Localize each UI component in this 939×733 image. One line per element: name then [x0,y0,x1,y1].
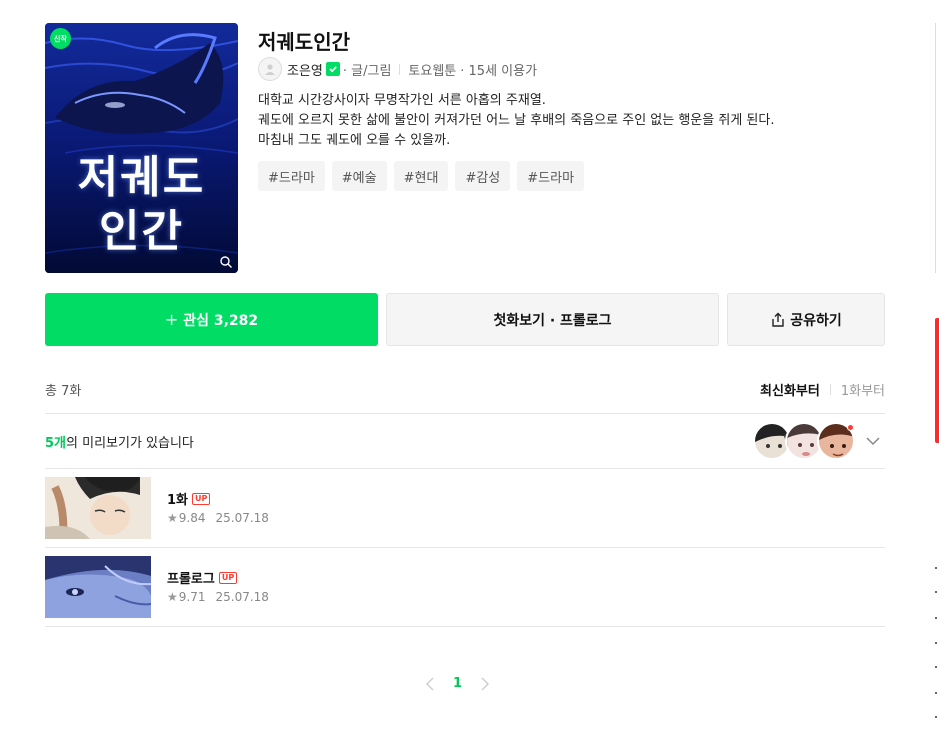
age-rating: · 15세 이용가 [460,63,538,79]
divider [45,626,885,627]
episode-rating: 9.84 [178,511,206,525]
side-panel-border [935,23,936,273]
star-icon: ★ [167,590,178,604]
new-dot-icon [847,424,854,431]
chevron-down-icon[interactable] [865,434,881,448]
episode-thumbnail [45,556,151,618]
episode-date: 25.07.18 [215,590,269,604]
episode-meta: ★ 9.71 25.07.18 [167,590,269,604]
episode-date: 25.07.18 [215,511,269,525]
episode-row[interactable]: 프롤로그 UP ★ 9.71 25.07.18 [45,548,885,626]
plus-icon: + [164,310,179,329]
episode-title: 1화 UP [167,489,211,508]
author-link[interactable]: 조은영 [287,60,323,79]
side-list-bullet [935,567,937,569]
page-number-current[interactable]: 1 [453,676,462,691]
next-page-icon[interactable] [480,677,490,691]
tag-chip[interactable]: #예술 [331,161,387,191]
publish-day: 토요웹툰 [408,63,457,79]
pagination: 1 [425,676,490,691]
episode-thumbnail [45,477,151,539]
author-role: · 글/그림 [342,63,392,79]
description-line: 궤도에 오르지 못한 삶에 불안이 커져가던 어느 날 후배의 죽음으로 주인 … [258,113,775,128]
side-list-bullet [935,716,937,718]
user-icon [265,64,275,75]
episode-row[interactable]: 1화 UP ★ 9.84 25.07.18 [45,469,885,547]
episode-rating: 9.71 [178,590,206,604]
series-meta: 조은영 · 글/그림 토요웹툰 · 15세 이용가 [258,57,537,81]
side-list-bullet [935,666,937,668]
episode-meta: ★ 9.84 25.07.18 [167,511,269,525]
sort-divider [829,384,831,395]
description-line: 마침내 그도 궤도에 오를 수 있을까. [258,133,451,148]
side-list-bullet [935,642,937,644]
sort-options: 최신화부터 1화부터 [760,380,885,399]
preview-row[interactable]: 5개 의 미리보기가 있습니다 [45,414,885,468]
side-list-bullet [935,591,937,593]
meta-divider [399,63,401,75]
favorite-button[interactable]: + 관심 3,282 [45,293,378,346]
zoom-icon[interactable] [219,255,233,269]
up-badge: UP [192,492,211,505]
episode-total: 총 7화 [45,384,82,399]
preview-thumbnails [753,422,855,460]
verified-icon [325,62,340,76]
tag-chip[interactable]: #감성 [455,161,511,191]
preview-count: 5개 [45,435,67,451]
tag-list: #드라마 #예술 #현대 #감성 #드라마 [258,161,585,191]
series-description: 대학교 시간강사이자 무명작가인 서른 아홉의 주재열. 궤도에 오르지 못한 … [258,91,774,151]
sort-latest-button[interactable]: 최신화부터 [760,380,820,399]
side-list-bullet [935,692,937,694]
episode-title-text: 프롤로그 [167,572,215,587]
preview-text: 의 미리보기가 있습니다 [66,435,194,451]
episode-title: 프롤로그 UP [167,568,238,587]
favorite-label: 관심 3,282 [183,312,259,329]
star-icon: ★ [167,511,178,525]
series-cover-image[interactable]: 신작 저궤도 인간 [45,23,238,273]
first-episode-label: 첫화보기 · 프롤로그 [493,312,612,329]
share-icon [772,312,784,327]
episode-title-text: 1화 [167,493,189,508]
side-list-bullet [935,617,937,619]
series-title: 저궤도인간 [258,30,350,54]
new-badge: 신작 [50,28,71,49]
prev-page-icon[interactable] [425,677,435,691]
share-button[interactable]: 공유하기 [727,293,885,346]
author-avatar[interactable] [258,57,282,81]
tag-chip[interactable]: #드라마 [258,161,325,191]
sort-first-button[interactable]: 1화부터 [841,380,885,399]
cover-title-line2: 인간 [99,206,184,257]
up-badge: UP [218,571,238,584]
tag-chip[interactable]: #현대 [393,161,449,191]
side-banner[interactable] [935,318,939,443]
description-line: 대학교 시간강사이자 무명작가인 서른 아홉의 주재열. [258,93,546,108]
tag-chip[interactable]: #드라마 [517,161,585,191]
share-label: 공유하기 [790,312,842,329]
first-episode-button[interactable]: 첫화보기 · 프롤로그 [386,293,719,346]
